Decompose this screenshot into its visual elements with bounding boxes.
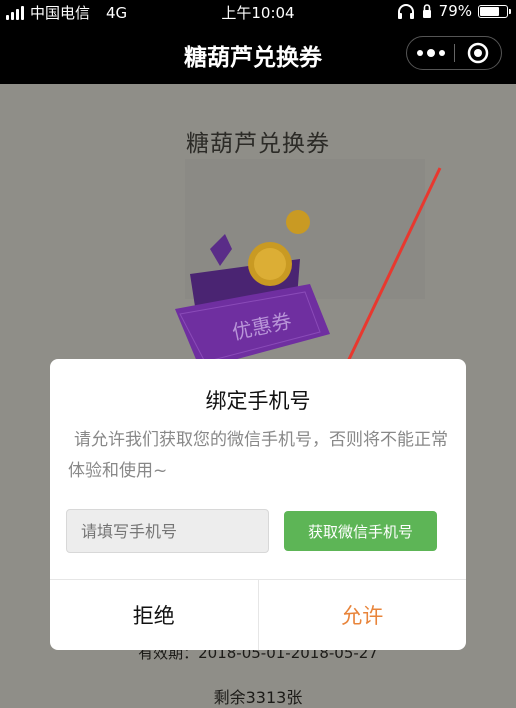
more-dots-icon[interactable] [407,37,454,69]
remaining-count: 剩余3313张 [213,688,303,707]
dialog-title: 绑定手机号 [205,389,311,413]
dialog-message: 请允许我们获取您的微信手机号，否则将不能正常体验和使用~ [68,430,448,481]
get-wechat-phone-button[interactable]: 获取微信手机号 [284,511,437,551]
battery-percent: 79% [438,2,472,20]
target-close-icon[interactable] [455,37,501,69]
phone-input[interactable] [66,509,269,553]
headphones-icon [397,4,414,19]
orientation-lock-icon [422,4,431,18]
reject-button[interactable]: 拒绝 [50,580,258,650]
battery-icon [478,4,511,18]
bind-phone-dialog: 绑定手机号 请允许我们获取您的微信手机号，否则将不能正常体验和使用~ 获取微信手… [50,359,466,650]
status-bar: 中国电信 4G 上午10:04 79% [0,0,516,24]
coupon-illustration: 优惠券 [175,210,330,369]
nav-bar: 糖葫芦兑换券 [0,24,516,84]
allow-button[interactable]: 允许 [259,580,467,650]
capsule-menu [406,36,502,70]
nav-title: 糖葫芦兑换券 [184,45,322,71]
page-title: 糖葫芦兑换券 [186,131,330,157]
dialog-actions: 拒绝 允许 [50,579,466,650]
